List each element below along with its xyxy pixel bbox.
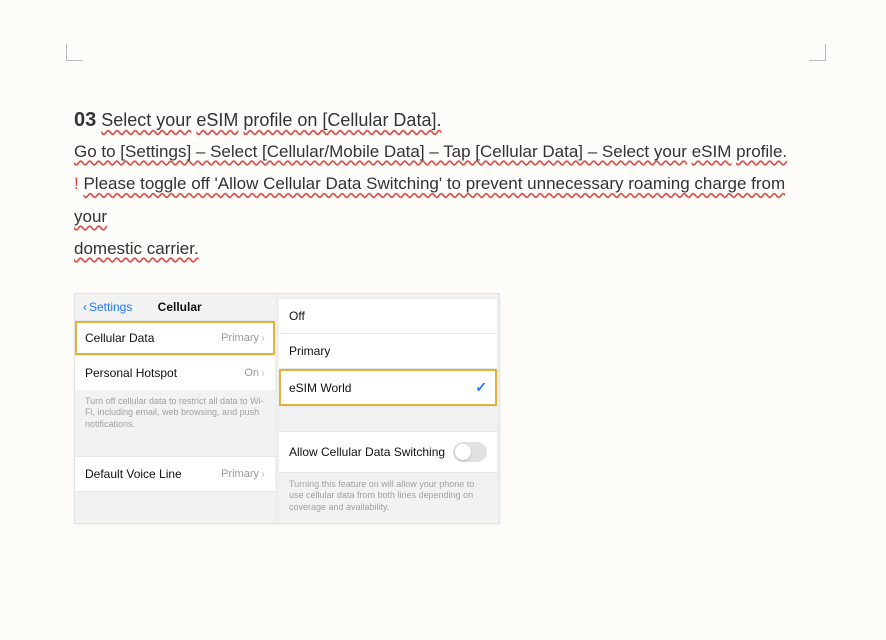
row-label: Personal Hotspot [85,366,177,380]
document-body: 03 Select your eSIM profile on [Cellular… [74,104,814,524]
toggle-off[interactable] [453,442,487,462]
section-footnote: Turn off cellular data to restrict all d… [75,390,275,440]
screenshot-cellular-data-select: Off Primary eSIM World ✓ Allow Cellular … [279,294,497,523]
row-cellular-data[interactable]: Cellular Data Primary › [75,320,275,355]
title-text-c: profile on [Cellular Data]. [243,110,441,130]
row-label: Primary [289,344,330,358]
row-label: Default Voice Line [85,467,182,481]
warning-icon: ! [74,174,79,193]
screenshot-group: ‹ Settings Cellular Cellular Data Primar… [74,293,500,524]
instruction-line-2: ! Please toggle off 'Allow Cellular Data… [74,168,814,233]
chevron-right-icon: › [261,467,265,481]
row-personal-hotspot[interactable]: Personal Hotspot On › [75,355,275,390]
section-footnote: Turning this feature on will allow your … [279,473,497,523]
nav-bar: ‹ Settings Cellular [75,294,275,320]
row-allow-data-switching[interactable]: Allow Cellular Data Switching [279,431,497,473]
row-value: Primary [221,332,259,344]
row-esim-world[interactable]: eSIM World ✓ [279,368,497,407]
check-icon: ✓ [475,379,487,396]
chevron-left-icon: ‹ [83,300,87,314]
step-number: 03 [74,109,96,131]
row-label: eSIM World [289,381,351,395]
instruction-line-3: domestic carrier. [74,233,814,265]
step-title: 03 Select your eSIM profile on [Cellular… [74,104,814,136]
instruction-line-1: Go to [Settings] – Select [Cellular/Mobi… [74,136,814,168]
chevron-right-icon: › [261,331,265,345]
title-text-a: Select your [101,110,191,130]
instr-2b: domestic carrier. [74,239,199,258]
row-value: On [244,367,259,379]
row-default-voice-line[interactable]: Default Voice Line Primary › [75,456,275,492]
instr-1b: eSIM [692,142,732,161]
title-text-b: eSIM [196,110,238,130]
crop-mark-top-left [66,44,83,61]
row-label: Off [289,309,305,323]
instr-1c: profile. [736,142,787,161]
row-value: Primary [221,468,259,480]
row-label: Allow Cellular Data Switching [289,445,445,459]
nav-title: Cellular [92,300,267,314]
instr-2a: Please toggle off 'Allow Cellular Data S… [74,174,785,225]
crop-mark-top-right [809,44,826,61]
row-primary[interactable]: Primary [279,333,497,368]
chevron-right-icon: › [261,366,265,380]
instr-1a: Go to [Settings] – Select [Cellular/Mobi… [74,142,687,161]
row-label: Cellular Data [85,331,154,345]
screenshot-cellular-settings: ‹ Settings Cellular Cellular Data Primar… [75,294,275,523]
row-off[interactable]: Off [279,298,497,333]
